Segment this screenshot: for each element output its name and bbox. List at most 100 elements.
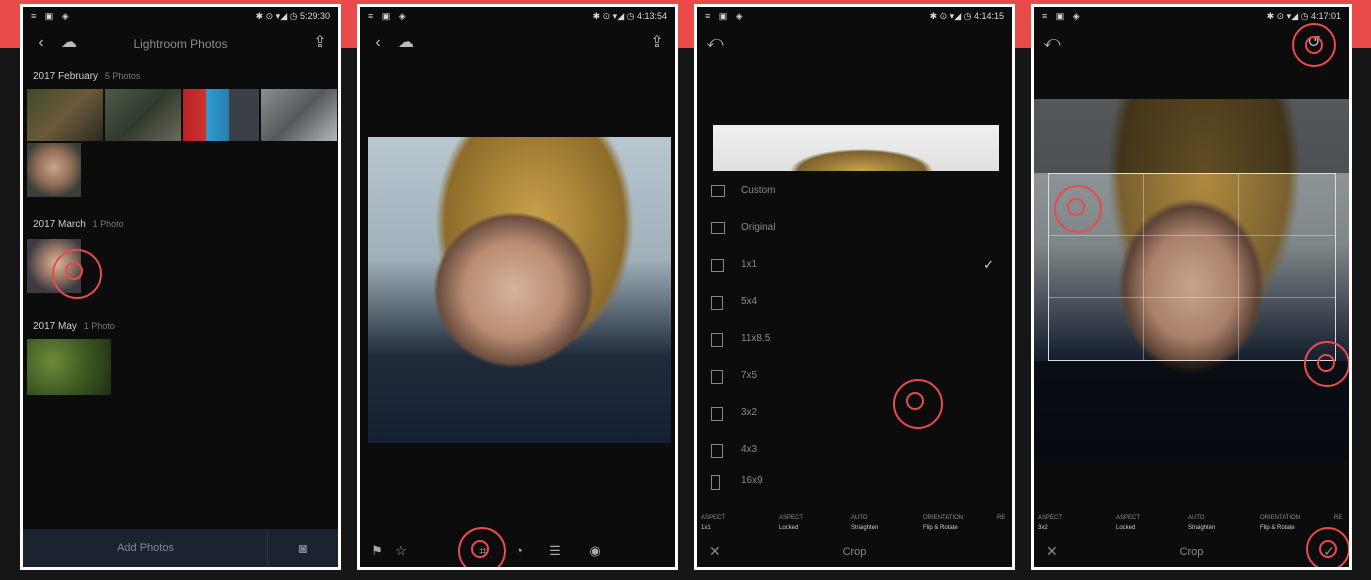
section-title: 2017 May [33,321,77,332]
photo-thumbnail[interactable] [105,89,181,141]
section-count: 1 Photo [92,219,124,229]
aspect-option[interactable]: 3x2 [697,399,1012,427]
photo-preview [713,125,999,171]
section-count: 1 Photo [83,321,115,331]
status-bar: ≡ ▣ ◈ ✱ ⊙ ▾◢ ◷ 4:13:54 [360,7,675,27]
ratio-icon [711,407,723,421]
phone-screen-aspect: ≡ ▣ ◈ ✱ ⊙ ▾◢ ◷ 4:14:15 ⤺ Custom Original… [694,4,1015,570]
aspect-label: 5x4 [741,296,758,307]
star-icon[interactable]: ☆ [392,543,410,559]
section-count: 5 Photos [104,71,141,81]
aspect-option-btn[interactable]: ASPECT 1x1 [701,513,725,533]
square-ratio-icon [711,259,724,272]
reset-icon[interactable]: ⤺ [705,33,725,53]
tap-indicator [1304,341,1349,387]
photo-thumbnail[interactable] [27,89,103,141]
crop-grid-line [1049,296,1335,298]
share-icon[interactable]: ⇪ [310,33,330,53]
back-arrow-icon[interactable]: ‹ [368,33,388,53]
ratio-icon [711,475,720,490]
status-icons: ≡ ▣ ◈ [31,11,72,21]
aspect-label: 16x9 [741,475,763,486]
phone-screen-crop: ≡ ▣ ◈ ✱ ⊙ ▾◢ ◷ 4:17:01 ⤺ ↺ ASPECT 3x2 ASP… [1031,4,1352,570]
flip-rotate-btn[interactable]: ORIENTATION Flip & Rotate [923,513,963,533]
top-nav: ⤺ [697,29,1012,59]
photo-thumbnail[interactable] [261,89,337,141]
crop-mask-bottom [1034,361,1349,459]
flag-icon[interactable]: ⚑ [368,543,386,559]
status-time: ✱ ⊙ ▾◢ ◷ 4:14:15 [929,11,1004,21]
adjust-icon[interactable]: ☰ [546,543,564,559]
reset-icon[interactable]: ⤺ [1042,33,1062,53]
status-icons: ≡ ▣ ◈ [705,11,746,21]
crop-title: Crop [842,546,867,558]
tap-indicator [1292,23,1336,67]
crop-options-bar: ASPECT 3x2 ASPECT Locked AUTO Straighten OR… [1034,507,1349,537]
aspect-label: Custom [741,185,776,196]
cloud-icon[interactable]: ☁ [396,33,416,53]
aspect-label: 7x5 [741,370,758,381]
status-icons: ≡ ▣ ◈ [368,11,409,21]
section-header-may: 2017 May 1 Photo [33,321,115,332]
crop-grid-line [1143,174,1145,360]
custom-ratio-icon [711,185,725,197]
aspect-option-btn[interactable]: ASPECT 3x2 [1038,513,1062,533]
crop-grid-line [1237,174,1239,360]
aspect-lock-btn[interactable]: ASPECT Locked [779,513,803,533]
status-bar: ≡ ▣ ◈ ✱ ⊙ ▾◢ ◷ 5:29:30 [23,7,338,27]
photo-thumbnail[interactable] [27,339,111,395]
crop-title: Crop [1179,546,1204,558]
aspect-label: 1x1 [741,259,758,270]
aspect-option[interactable]: 7x5 [697,362,1012,390]
crop-grid-line [1049,235,1335,237]
bottom-bar: Add Photos ◙ [23,529,338,567]
status-bar: ≡ ▣ ◈ ✱ ⊙ ▾◢ ◷ 4:14:15 [697,7,1012,27]
checkmark-icon: ✓ [983,257,994,272]
original-ratio-icon [711,222,725,234]
crop-options-bar: ASPECT 1x1 ASPECT Locked AUTO Straighten OR… [697,507,1012,537]
crop-bottom-bar: ✕ Crop ✓ [1034,537,1349,567]
presets-icon[interactable]: ◔ [510,543,528,559]
page-title: Lightroom Photos [133,37,228,51]
phone-screen-loupe: ≡ ▣ ◈ ✱ ⊙ ▾◢ ◷ 4:13:54 ‹ ☁ ⇪ ⚑ ☆ ⌗ ◔ ☰ ◉ [357,4,678,570]
aspect-option[interactable]: 5x4 [697,288,1012,316]
section-header-mar: 2017 March 1 Photo [33,219,124,230]
auto-straighten-btn[interactable]: AUTO Straighten [851,513,878,533]
aspect-label: Original [741,222,776,233]
tap-indicator [1054,185,1102,233]
aspect-option[interactable]: 16x9 [697,467,1012,495]
photo-thumbnail[interactable] [27,143,81,197]
camera-icon[interactable]: ◙ [267,529,338,567]
auto-straighten-btn[interactable]: AUTO Straighten [1188,513,1215,533]
ratio-icon [711,333,723,347]
reset-option-btn[interactable]: RE [1334,513,1342,523]
crop-mask-top [1034,99,1349,173]
aspect-lock-btn[interactable]: ASPECT Locked [1116,513,1140,533]
aspect-label: 4x3 [741,444,758,455]
add-photos-button[interactable]: Add Photos [23,529,268,567]
aspect-label: 11x8.5 [741,333,771,344]
aspect-option[interactable]: Original [697,214,1012,242]
section-title: 2017 March [33,219,86,230]
status-icons: ≡ ▣ ◈ [1042,11,1083,21]
flip-rotate-btn[interactable]: ORIENTATION Flip & Rotate [1260,513,1300,533]
aspect-option[interactable]: 11x8.5 [697,325,1012,353]
reset-option-btn[interactable]: RE [997,513,1005,523]
tap-indicator [458,527,506,567]
aspect-option-selected[interactable]: 1x1 ✓ [697,251,1012,279]
ratio-icon [711,296,723,310]
selective-icon[interactable]: ◉ [586,543,604,559]
top-nav: ‹ ☁ Lightroom Photos ⇪ [23,29,338,59]
tap-indicator [893,379,943,429]
aspect-option[interactable]: 4x3 [697,436,1012,464]
share-icon[interactable]: ⇪ [647,33,667,53]
top-nav: ‹ ☁ ⇪ [360,29,675,59]
photo-thumbnail[interactable] [183,89,259,141]
status-time: ✱ ⊙ ▾◢ ◷ 4:13:54 [592,11,667,21]
section-header-feb: 2017 February 5 Photos [33,71,140,82]
phone-screen-grid: ≡ ▣ ◈ ✱ ⊙ ▾◢ ◷ 5:29:30 ‹ ☁ Lightroom Pho… [20,4,341,570]
aspect-option[interactable]: Custom [697,177,1012,205]
tap-indicator [52,249,102,299]
crop-bottom-bar: ✕ Crop [697,537,1012,567]
status-time: ✱ ⊙ ▾◢ ◷ 5:29:30 [255,11,330,21]
